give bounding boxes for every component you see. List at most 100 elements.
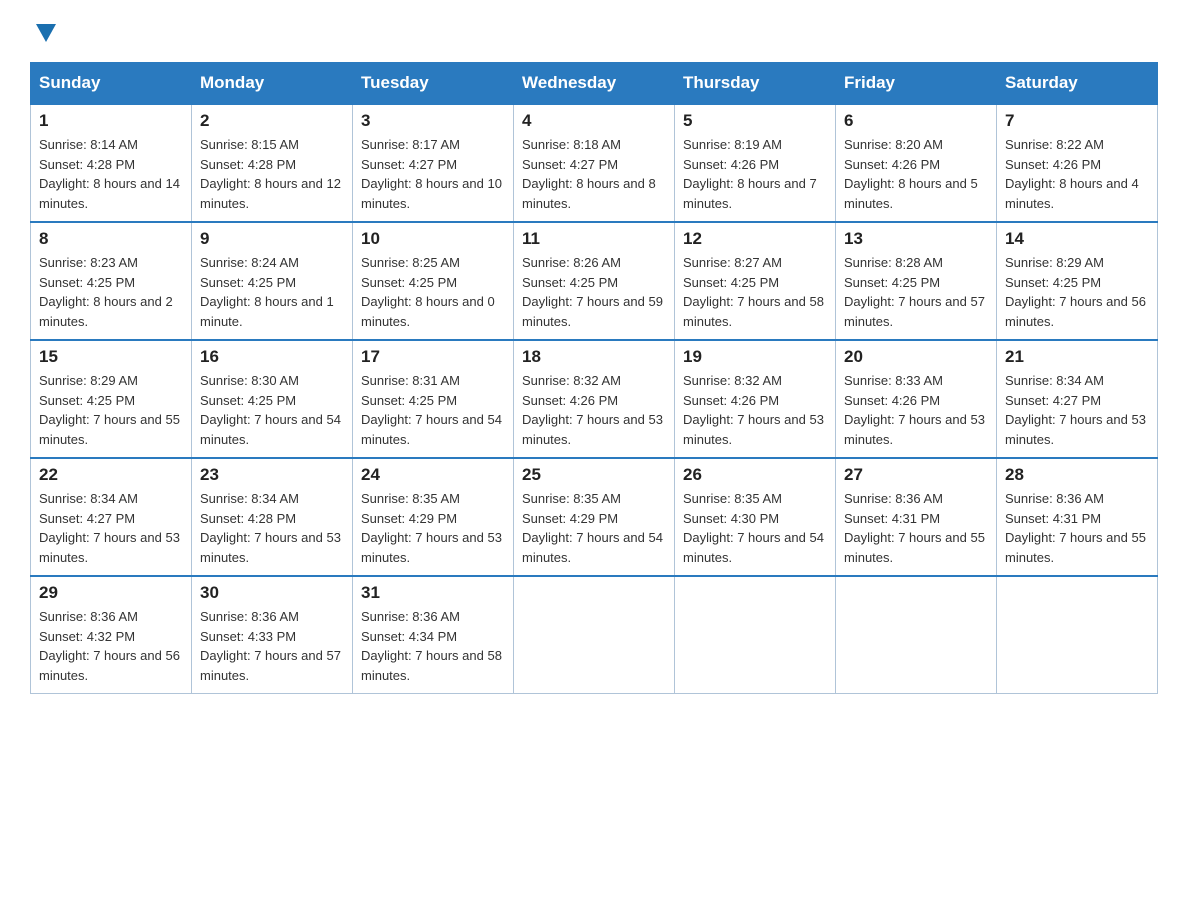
calendar-cell: 7Sunrise: 8:22 AMSunset: 4:26 PMDaylight… bbox=[997, 104, 1158, 222]
weekday-header-thursday: Thursday bbox=[675, 63, 836, 105]
day-info: Sunrise: 8:28 AMSunset: 4:25 PMDaylight:… bbox=[844, 253, 988, 331]
weekday-header-wednesday: Wednesday bbox=[514, 63, 675, 105]
calendar-cell: 1 Sunrise: 8:14 AMSunset: 4:28 PMDaylight… bbox=[31, 104, 192, 222]
day-number: 4 bbox=[522, 111, 666, 131]
calendar-cell: 30 Sunrise: 8:36 AMSunset: 4:33 PMDayligh… bbox=[192, 576, 353, 694]
day-number: 23 bbox=[200, 465, 344, 485]
day-info: Sunrise: 8:35 AMSunset: 4:29 PMDaylight:… bbox=[361, 489, 505, 567]
day-number: 8 bbox=[39, 229, 183, 249]
calendar-cell: 31Sunrise: 8:36 AMSunset: 4:34 PMDayligh… bbox=[353, 576, 514, 694]
calendar-cell: 18 Sunrise: 8:32 AMSunset: 4:26 PMDayligh… bbox=[514, 340, 675, 458]
calendar-cell: 12 Sunrise: 8:27 AMSunset: 4:25 PMDayligh… bbox=[675, 222, 836, 340]
calendar-cell: 6 Sunrise: 8:20 AMSunset: 4:26 PMDaylight… bbox=[836, 104, 997, 222]
day-number: 14 bbox=[1005, 229, 1149, 249]
calendar-week-row: 1 Sunrise: 8:14 AMSunset: 4:28 PMDaylight… bbox=[31, 104, 1158, 222]
day-number: 16 bbox=[200, 347, 344, 367]
day-info: Sunrise: 8:33 AMSunset: 4:26 PMDaylight:… bbox=[844, 371, 988, 449]
day-number: 5 bbox=[683, 111, 827, 131]
calendar-cell: 4Sunrise: 8:18 AMSunset: 4:27 PMDaylight… bbox=[514, 104, 675, 222]
weekday-header-saturday: Saturday bbox=[997, 63, 1158, 105]
calendar-cell: 17Sunrise: 8:31 AMSunset: 4:25 PMDayligh… bbox=[353, 340, 514, 458]
calendar-cell: 20 Sunrise: 8:33 AMSunset: 4:26 PMDayligh… bbox=[836, 340, 997, 458]
calendar-cell: 15Sunrise: 8:29 AMSunset: 4:25 PMDayligh… bbox=[31, 340, 192, 458]
day-info: Sunrise: 8:24 AMSunset: 4:25 PMDaylight:… bbox=[200, 253, 344, 331]
calendar-cell: 29 Sunrise: 8:36 AMSunset: 4:32 PMDayligh… bbox=[31, 576, 192, 694]
day-number: 28 bbox=[1005, 465, 1149, 485]
calendar-cell: 13 Sunrise: 8:28 AMSunset: 4:25 PMDayligh… bbox=[836, 222, 997, 340]
day-info: Sunrise: 8:36 AMSunset: 4:33 PMDaylight:… bbox=[200, 607, 344, 685]
day-number: 2 bbox=[200, 111, 344, 131]
day-number: 11 bbox=[522, 229, 666, 249]
day-info: Sunrise: 8:35 AMSunset: 4:30 PMDaylight:… bbox=[683, 489, 827, 567]
day-info: Sunrise: 8:34 AMSunset: 4:28 PMDaylight:… bbox=[200, 489, 344, 567]
calendar-cell: 25Sunrise: 8:35 AMSunset: 4:29 PMDayligh… bbox=[514, 458, 675, 576]
calendar-cell: 16 Sunrise: 8:30 AMSunset: 4:25 PMDayligh… bbox=[192, 340, 353, 458]
day-info: Sunrise: 8:26 AMSunset: 4:25 PMDaylight:… bbox=[522, 253, 666, 331]
day-number: 3 bbox=[361, 111, 505, 131]
calendar-cell: 10 Sunrise: 8:25 AMSunset: 4:25 PMDayligh… bbox=[353, 222, 514, 340]
calendar-cell bbox=[514, 576, 675, 694]
day-number: 26 bbox=[683, 465, 827, 485]
calendar-cell: 3 Sunrise: 8:17 AMSunset: 4:27 PMDaylight… bbox=[353, 104, 514, 222]
day-number: 25 bbox=[522, 465, 666, 485]
calendar-cell: 14 Sunrise: 8:29 AMSunset: 4:25 PMDayligh… bbox=[997, 222, 1158, 340]
calendar-cell bbox=[675, 576, 836, 694]
day-info: Sunrise: 8:14 AMSunset: 4:28 PMDaylight:… bbox=[39, 135, 183, 213]
day-number: 29 bbox=[39, 583, 183, 603]
calendar-cell: 2 Sunrise: 8:15 AMSunset: 4:28 PMDaylight… bbox=[192, 104, 353, 222]
day-number: 18 bbox=[522, 347, 666, 367]
day-info: Sunrise: 8:25 AMSunset: 4:25 PMDaylight:… bbox=[361, 253, 505, 331]
day-info: Sunrise: 8:20 AMSunset: 4:26 PMDaylight:… bbox=[844, 135, 988, 213]
day-number: 12 bbox=[683, 229, 827, 249]
day-info: Sunrise: 8:30 AMSunset: 4:25 PMDaylight:… bbox=[200, 371, 344, 449]
page-header bbox=[30, 20, 1158, 42]
day-number: 19 bbox=[683, 347, 827, 367]
day-info: Sunrise: 8:36 AMSunset: 4:31 PMDaylight:… bbox=[844, 489, 988, 567]
calendar-cell: 5 Sunrise: 8:19 AMSunset: 4:26 PMDaylight… bbox=[675, 104, 836, 222]
day-info: Sunrise: 8:15 AMSunset: 4:28 PMDaylight:… bbox=[200, 135, 344, 213]
calendar-cell: 28Sunrise: 8:36 AMSunset: 4:31 PMDayligh… bbox=[997, 458, 1158, 576]
day-number: 24 bbox=[361, 465, 505, 485]
day-number: 21 bbox=[1005, 347, 1149, 367]
day-number: 10 bbox=[361, 229, 505, 249]
calendar-cell: 27 Sunrise: 8:36 AMSunset: 4:31 PMDayligh… bbox=[836, 458, 997, 576]
calendar-cell: 24 Sunrise: 8:35 AMSunset: 4:29 PMDayligh… bbox=[353, 458, 514, 576]
day-number: 9 bbox=[200, 229, 344, 249]
weekday-header-monday: Monday bbox=[192, 63, 353, 105]
calendar-cell bbox=[997, 576, 1158, 694]
weekday-header-row: SundayMondayTuesdayWednesdayThursdayFrid… bbox=[31, 63, 1158, 105]
day-info: Sunrise: 8:34 AMSunset: 4:27 PMDaylight:… bbox=[1005, 371, 1149, 449]
day-info: Sunrise: 8:36 AMSunset: 4:32 PMDaylight:… bbox=[39, 607, 183, 685]
day-number: 31 bbox=[361, 583, 505, 603]
calendar-cell: 26 Sunrise: 8:35 AMSunset: 4:30 PMDayligh… bbox=[675, 458, 836, 576]
logo bbox=[30, 20, 60, 42]
calendar-cell: 21 Sunrise: 8:34 AMSunset: 4:27 PMDayligh… bbox=[997, 340, 1158, 458]
day-number: 13 bbox=[844, 229, 988, 249]
day-number: 1 bbox=[39, 111, 183, 131]
day-info: Sunrise: 8:32 AMSunset: 4:26 PMDaylight:… bbox=[522, 371, 666, 449]
day-number: 20 bbox=[844, 347, 988, 367]
calendar-cell bbox=[836, 576, 997, 694]
day-info: Sunrise: 8:27 AMSunset: 4:25 PMDaylight:… bbox=[683, 253, 827, 331]
day-number: 6 bbox=[844, 111, 988, 131]
calendar-week-row: 8Sunrise: 8:23 AMSunset: 4:25 PMDaylight… bbox=[31, 222, 1158, 340]
calendar-week-row: 22 Sunrise: 8:34 AMSunset: 4:27 PMDayligh… bbox=[31, 458, 1158, 576]
day-info: Sunrise: 8:29 AMSunset: 4:25 PMDaylight:… bbox=[1005, 253, 1149, 331]
day-number: 17 bbox=[361, 347, 505, 367]
calendar-cell: 19 Sunrise: 8:32 AMSunset: 4:26 PMDayligh… bbox=[675, 340, 836, 458]
day-number: 30 bbox=[200, 583, 344, 603]
day-info: Sunrise: 8:17 AMSunset: 4:27 PMDaylight:… bbox=[361, 135, 505, 213]
day-info: Sunrise: 8:32 AMSunset: 4:26 PMDaylight:… bbox=[683, 371, 827, 449]
weekday-header-friday: Friday bbox=[836, 63, 997, 105]
day-info: Sunrise: 8:29 AMSunset: 4:25 PMDaylight:… bbox=[39, 371, 183, 449]
day-number: 27 bbox=[844, 465, 988, 485]
day-info: Sunrise: 8:22 AMSunset: 4:26 PMDaylight:… bbox=[1005, 135, 1149, 213]
calendar-week-row: 15Sunrise: 8:29 AMSunset: 4:25 PMDayligh… bbox=[31, 340, 1158, 458]
calendar-cell: 11 Sunrise: 8:26 AMSunset: 4:25 PMDayligh… bbox=[514, 222, 675, 340]
calendar-cell: 22 Sunrise: 8:34 AMSunset: 4:27 PMDayligh… bbox=[31, 458, 192, 576]
day-info: Sunrise: 8:34 AMSunset: 4:27 PMDaylight:… bbox=[39, 489, 183, 567]
day-info: Sunrise: 8:19 AMSunset: 4:26 PMDaylight:… bbox=[683, 135, 827, 213]
logo-triangle-icon bbox=[32, 20, 60, 48]
calendar-cell: 9 Sunrise: 8:24 AMSunset: 4:25 PMDaylight… bbox=[192, 222, 353, 340]
day-number: 22 bbox=[39, 465, 183, 485]
